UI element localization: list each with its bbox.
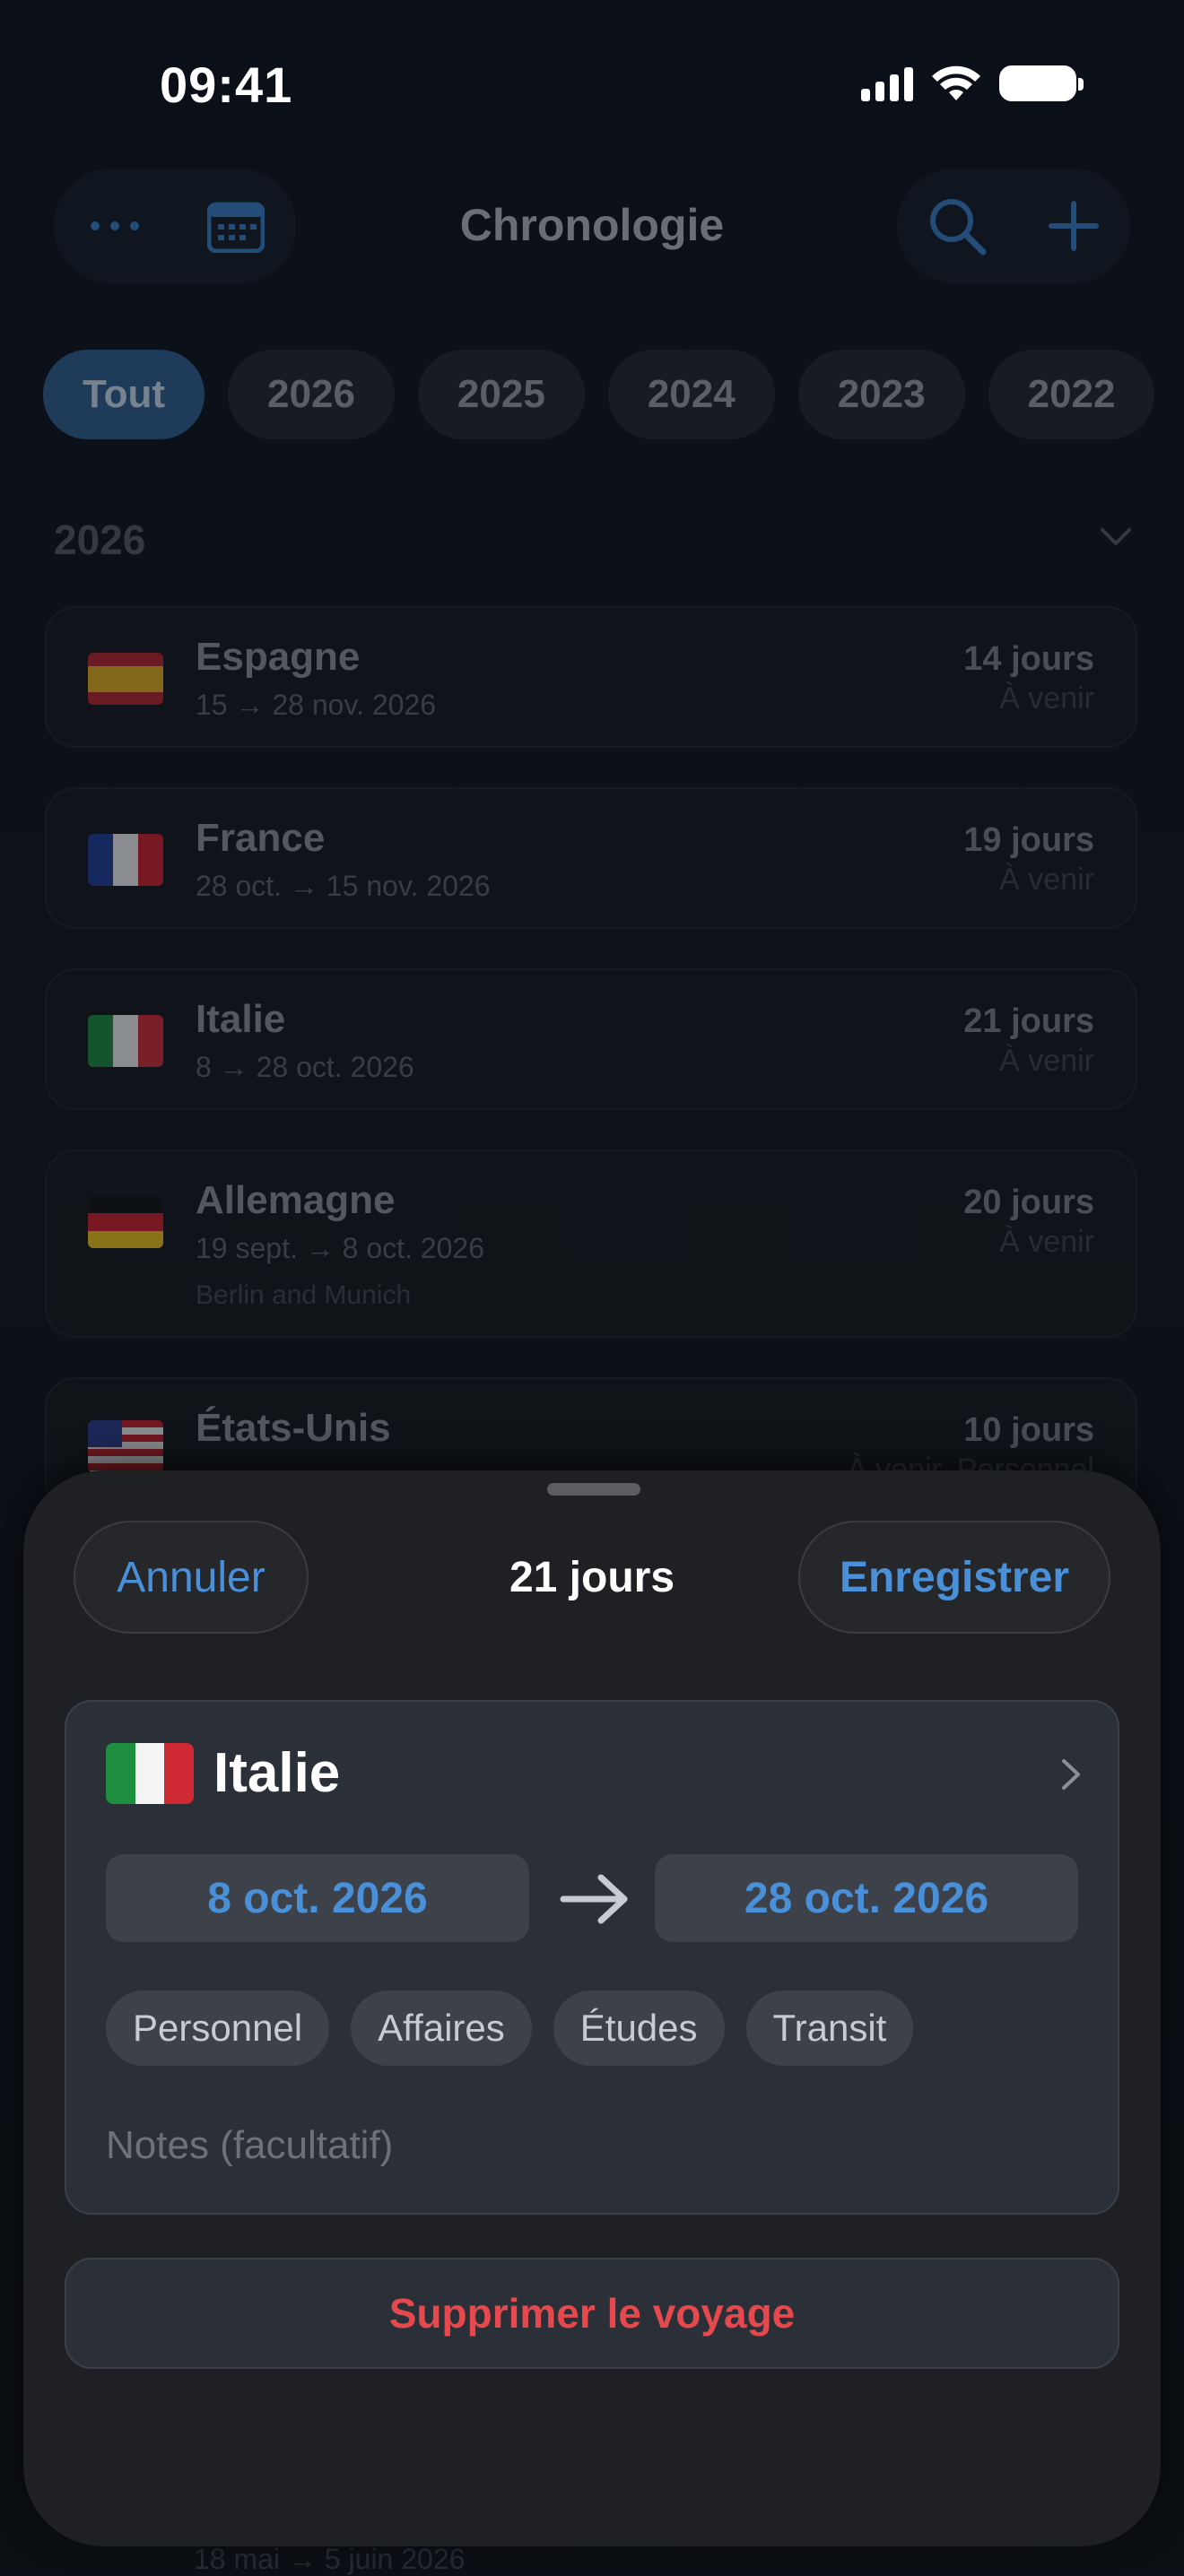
trip-dates: 19 sept. → 8 oct. 2026 — [196, 1232, 484, 1264]
filter-chip-2023[interactable]: 2023 — [797, 350, 965, 439]
trip-country: Italie — [196, 997, 286, 1041]
battery-icon — [999, 65, 1084, 101]
delete-trip-button[interactable]: Supprimer le voyage — [65, 2258, 1119, 2369]
trip-dates: 28 oct. → 15 nov. 2026 — [196, 870, 491, 902]
spain-flag-icon — [88, 653, 163, 705]
trip-country: Allemagne — [196, 1178, 396, 1222]
trip-row-espagne[interactable]: Espagne 15 → 28 nov. 2026 14 jours À ven… — [45, 606, 1137, 748]
arrow-right-icon — [560, 1874, 628, 1924]
trip-days: 20 jours — [963, 1184, 1094, 1221]
filter-chip-2025[interactable]: 2025 — [417, 350, 585, 439]
trip-status: À venir — [999, 1225, 1094, 1259]
trip-country: France — [196, 816, 326, 860]
france-flag-icon — [88, 834, 163, 886]
trip-category-row: Personnel Affaires Études Transit — [106, 1991, 914, 2066]
trip-days: 14 jours — [963, 640, 1094, 678]
status-time: 09:41 — [160, 56, 293, 113]
trip-edit-card: Italie 8 oct. 2026 28 oct. 2026 Personne… — [65, 1700, 1119, 2215]
italy-flag-icon — [88, 1015, 163, 1067]
category-chip-etudes[interactable]: Études — [553, 1991, 725, 2066]
trip-status: À venir — [999, 1044, 1094, 1078]
trip-days: 10 jours — [963, 1411, 1094, 1449]
nav-right-group — [897, 169, 1130, 283]
italy-flag-icon — [106, 1743, 194, 1804]
trip-country: États-Unis — [196, 1406, 391, 1450]
chevron-right-icon[interactable] — [1060, 1757, 1082, 1791]
usa-flag-icon — [88, 1420, 163, 1472]
country-selector[interactable]: Italie — [213, 1741, 340, 1805]
trip-row-italie[interactable]: Italie 8 → 28 oct. 2026 21 jours À venir — [45, 968, 1137, 1110]
start-date-button[interactable]: 8 oct. 2026 — [106, 1854, 529, 1942]
notes-field[interactable]: Notes (facultatif) — [106, 2123, 393, 2168]
trip-dates: 15 → 28 nov. 2026 — [196, 689, 437, 721]
trip-row-france[interactable]: France 28 oct. → 15 nov. 2026 19 jours À… — [45, 787, 1137, 929]
category-chip-personnel[interactable]: Personnel — [106, 1991, 330, 2066]
trip-notes: Berlin and Munich — [196, 1280, 412, 1310]
germany-flag-icon — [88, 1196, 163, 1248]
year-filter-chips: Tout 2026 2025 2024 2023 2022 — [43, 350, 1155, 439]
sheet-grabber[interactable] — [547, 1483, 640, 1496]
trip-days: 19 jours — [963, 821, 1094, 859]
next-trip-dates-peek: 18 mai → 5 juin 2026 — [194, 2543, 466, 2575]
category-chip-transit[interactable]: Transit — [745, 1991, 914, 2066]
trip-dates: 8 → 28 oct. 2026 — [196, 1051, 414, 1083]
trip-status: À venir — [999, 863, 1094, 897]
trip-status: À venir — [999, 681, 1094, 716]
cellular-signal-icon — [861, 65, 913, 101]
filter-chip-2026[interactable]: 2026 — [228, 350, 395, 439]
end-date-button[interactable]: 28 oct. 2026 — [655, 1854, 1078, 1942]
filter-chip-2022[interactable]: 2022 — [988, 350, 1155, 439]
category-chip-affaires[interactable]: Affaires — [351, 1991, 532, 2066]
chevron-down-icon[interactable] — [1100, 527, 1132, 547]
edit-trip-sheet: Annuler 21 jours Enregistrer Italie 8 oc… — [23, 1470, 1161, 2546]
trip-country: Espagne — [196, 635, 361, 679]
add-icon[interactable] — [1048, 200, 1100, 252]
save-button[interactable]: Enregistrer — [798, 1521, 1110, 1634]
filter-chip-2024[interactable]: 2024 — [607, 350, 775, 439]
trip-days: 21 jours — [963, 1002, 1094, 1040]
filter-chip-all[interactable]: Tout — [43, 350, 205, 439]
trip-row-allemagne[interactable]: Allemagne 19 sept. → 8 oct. 2026 Berlin … — [45, 1149, 1137, 1338]
search-icon[interactable] — [927, 196, 987, 256]
section-header-year[interactable]: 2026 — [54, 516, 145, 564]
wifi-icon — [932, 65, 980, 100]
screen: 09:41 Chronologie Tout 2026 2025 2024 20… — [0, 0, 1184, 2575]
status-icons — [861, 65, 1084, 102]
